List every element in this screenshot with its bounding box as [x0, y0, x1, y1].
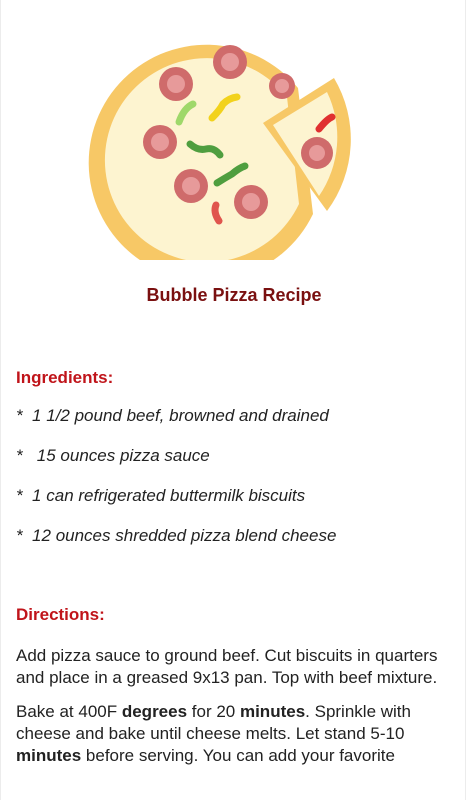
recipe-title: Bubble Pizza Recipe — [146, 285, 322, 305]
ingredients-list: * 1 1/2 pound beef, browned and drained … — [16, 404, 456, 564]
ingredient-item: * 15 ounces pizza sauce — [16, 446, 210, 465]
ingredient-item: * 1 1/2 pound beef, browned and drained — [16, 406, 329, 425]
directions-bold-run: minutes — [16, 746, 82, 765]
directions-text-run: Bake at 400F — [16, 702, 122, 721]
directions-bold-run: minutes — [239, 702, 306, 721]
directions-paragraph: Bake at 400F degrees for 20 minutes. Spr… — [16, 701, 456, 767]
ingredient-item: * 12 ounces shredded pizza blend cheese — [16, 526, 337, 545]
ingredient-item: * 1 can refrigerated buttermilk biscuits — [16, 486, 306, 505]
directions-paragraph: Add pizza sauce to ground beef. Cut bisc… — [16, 646, 438, 687]
directions-text-run: before serving. You can add your favorit… — [81, 746, 395, 765]
pizza-icon — [88, 44, 351, 260]
directions-text: Add pizza sauce to ground beef. Cut bisc… — [16, 645, 456, 779]
recipe-screen: Bubble Pizza Recipe Ingredients: * 1 1/2… — [0, 0, 466, 800]
directions-bold-run: degrees — [121, 702, 188, 721]
ingredients-heading: Ingredients: — [16, 368, 114, 387]
directions-heading: Directions: — [16, 605, 105, 624]
directions-text-run: for 20 — [187, 702, 240, 721]
